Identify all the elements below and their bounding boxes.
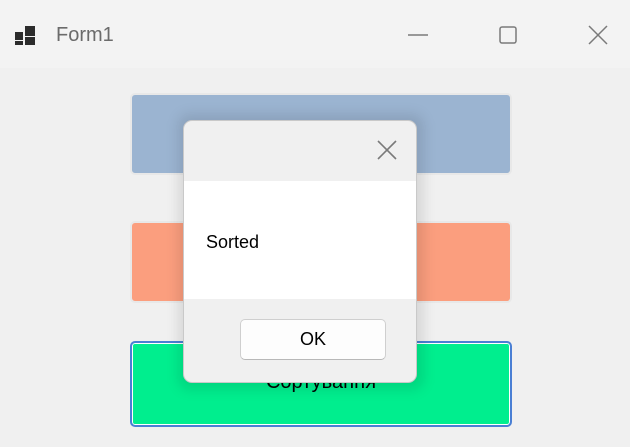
form1-window: Form1 Сортування (0, 0, 630, 447)
app-icon (15, 26, 37, 46)
close-button[interactable] (578, 18, 618, 52)
message-box: Sorted OK (183, 120, 417, 383)
minimize-icon (408, 34, 428, 36)
maximize-button[interactable] (488, 18, 528, 52)
close-icon (377, 140, 397, 160)
title-bar: Form1 (0, 0, 630, 68)
dialog-close-button[interactable] (372, 135, 402, 165)
dialog-body: Sorted (184, 181, 416, 299)
minimize-button[interactable] (398, 18, 438, 52)
window-title: Form1 (56, 24, 114, 46)
dialog-message: Sorted (206, 232, 260, 252)
maximize-icon (499, 26, 517, 44)
close-icon (588, 25, 608, 45)
ok-button[interactable]: OK (240, 319, 386, 360)
